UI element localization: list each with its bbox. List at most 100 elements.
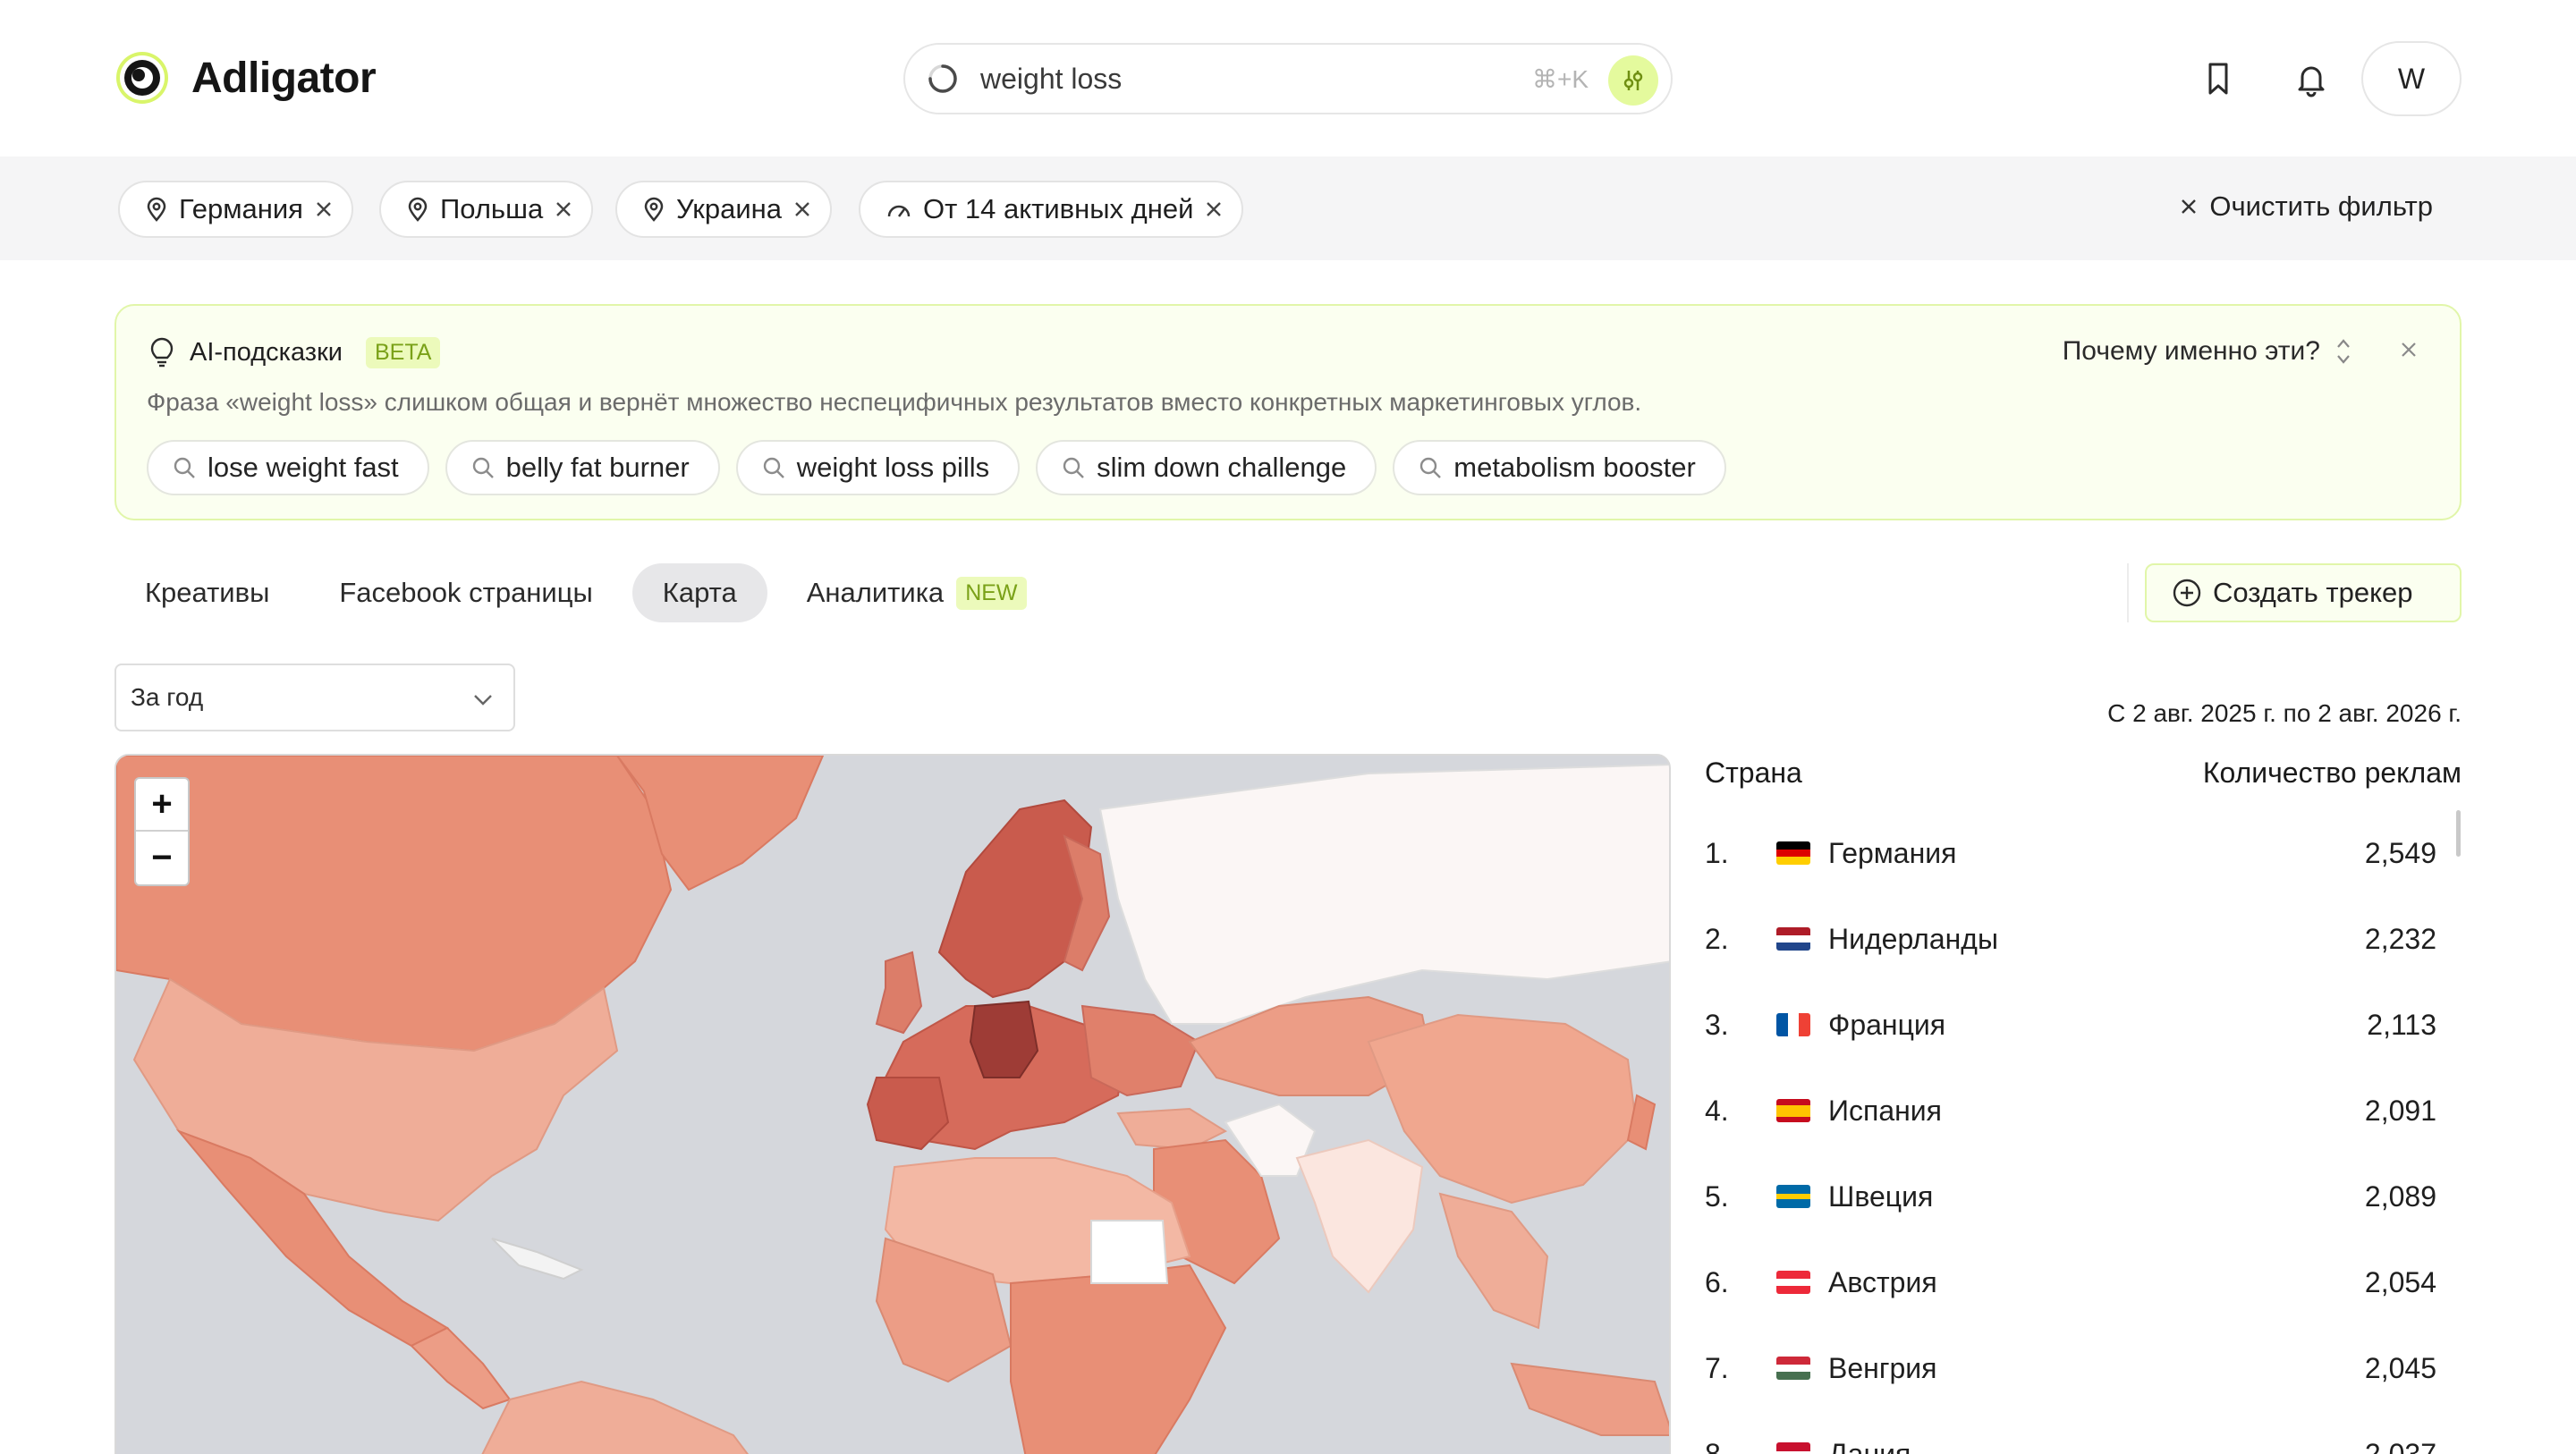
- search-input[interactable]: weight loss: [980, 63, 1122, 96]
- suggestion-chip[interactable]: lose weight fast: [147, 440, 429, 495]
- table-row[interactable]: 8. Дания 2,037: [1705, 1411, 2436, 1454]
- map-region-india: [1295, 1138, 1424, 1294]
- divider: [2127, 563, 2129, 622]
- pin-icon: [644, 197, 664, 222]
- ad-count: 2,549: [2364, 836, 2436, 869]
- map-region-indonesia: [1510, 1362, 1669, 1436]
- suggestion-chip[interactable]: metabolism booster: [1393, 440, 1726, 495]
- map-canvas: [116, 756, 1669, 1454]
- tab-map[interactable]: Карта: [631, 563, 767, 622]
- tab-creatives[interactable]: Креативы: [114, 563, 300, 622]
- table-header: Страна Количество реклам: [1705, 757, 2462, 790]
- ad-count: 2,232: [2364, 922, 2436, 955]
- tab-analytics[interactable]: Аналитика NEW: [776, 563, 1057, 622]
- table-scrollbar[interactable]: [2456, 810, 2461, 857]
- why-these-toggle[interactable]: Почему именно эти?: [2063, 336, 2352, 367]
- filter-chip-germany[interactable]: Германия: [118, 181, 353, 238]
- notifications-button[interactable]: [2283, 50, 2340, 107]
- close-icon[interactable]: [314, 199, 334, 219]
- create-tracker-label: Создать трекер: [2213, 577, 2413, 608]
- pin-icon: [408, 197, 428, 222]
- period-select[interactable]: За год: [114, 664, 515, 731]
- close-icon[interactable]: [792, 199, 812, 219]
- table-row[interactable]: 5. Швеция 2,089: [1705, 1154, 2436, 1239]
- flag-netherlands-icon: [1776, 927, 1810, 951]
- suggestion-label: metabolism booster: [1453, 452, 1696, 483]
- close-icon[interactable]: [554, 199, 573, 219]
- suggestion-chip[interactable]: belly fat burner: [445, 440, 720, 495]
- close-icon[interactable]: [2397, 338, 2420, 361]
- zoom-out-button[interactable]: −: [136, 832, 188, 884]
- map-region-russia: [1098, 764, 1669, 1025]
- filter-chip-active-days[interactable]: От 14 активных дней: [859, 181, 1244, 238]
- filter-chip-poland[interactable]: Польша: [379, 181, 594, 238]
- table-row[interactable]: 1. Германия 2,549: [1705, 810, 2436, 896]
- country-name: Франция: [1828, 1008, 1946, 1041]
- search-icon: [472, 457, 494, 478]
- rank: 4.: [1705, 1094, 1729, 1127]
- close-icon: [2182, 199, 2197, 214]
- map-region-caribbean: [491, 1238, 584, 1281]
- suggestion-label: weight loss pills: [796, 452, 990, 483]
- flag-hungary-icon: [1776, 1357, 1810, 1380]
- table-row[interactable]: 6. Австрия 2,054: [1705, 1239, 2436, 1325]
- table-row[interactable]: 2. Нидерланды 2,232: [1705, 896, 2436, 982]
- period-selected-value: За год: [131, 683, 204, 711]
- suggestion-chip[interactable]: weight loss pills: [735, 440, 1021, 495]
- logo-icon: [116, 52, 168, 104]
- search-icon: [763, 457, 784, 478]
- ad-count: 2,089: [2364, 1179, 2436, 1213]
- country-table: 1. Германия 2,549 2. Нидерланды 2,232 3.…: [1705, 810, 2436, 1454]
- rank: 8.: [1705, 1437, 1729, 1454]
- why-these-label: Почему именно эти?: [2062, 336, 2320, 366]
- date-range: С 2 авг. 2025 г. по 2 авг. 2026 г.: [2107, 699, 2462, 727]
- create-tracker-button[interactable]: Создать трекер: [2145, 563, 2462, 622]
- flag-france-icon: [1776, 1013, 1810, 1036]
- flag-denmark-icon: [1776, 1442, 1810, 1454]
- ai-hints-header: AI-подсказки BETA: [148, 336, 441, 368]
- table-row[interactable]: 4. Испания 2,091: [1705, 1068, 2436, 1154]
- flag-germany-icon: [1776, 841, 1810, 865]
- chip-label: От 14 активных дней: [923, 193, 1194, 224]
- world-map[interactable]: + −: [114, 754, 1671, 1454]
- ad-count: 2,091: [2364, 1094, 2436, 1127]
- table-row[interactable]: 3. Франция 2,113: [1705, 982, 2436, 1068]
- country-name: Венгрия: [1828, 1351, 1937, 1384]
- zoom-in-button[interactable]: +: [136, 779, 188, 832]
- table-row[interactable]: 7. Венгрия 2,045: [1705, 1325, 2436, 1411]
- avatar[interactable]: W: [2361, 41, 2462, 116]
- clear-filter-button[interactable]: Очистить фильтр: [2179, 190, 2433, 223]
- tab-label: Карта: [662, 577, 737, 608]
- filter-bar: Германия Польша Украина От 14 активных д…: [0, 156, 2576, 260]
- view-tabs: Креативы Facebook страницы Карта Аналити…: [114, 563, 1057, 622]
- filter-chip-ukraine[interactable]: Украина: [615, 181, 833, 238]
- search-bar[interactable]: weight loss ⌘+K: [903, 43, 1673, 114]
- search-shortcut-hint: ⌘+K: [1531, 65, 1589, 93]
- tab-label: Аналитика: [806, 577, 945, 608]
- suggestion-chip[interactable]: slim down challenge: [1036, 440, 1377, 495]
- rank: 6.: [1705, 1265, 1729, 1298]
- pin-icon: [147, 197, 166, 222]
- chevron-down-icon: [474, 695, 492, 706]
- map-region-southeast-asia: [1438, 1192, 1549, 1330]
- suggestion-label: slim down challenge: [1097, 452, 1347, 483]
- bookmark-icon: [2208, 63, 2228, 95]
- search-settings-button[interactable]: [1608, 55, 1658, 106]
- beta-badge: BETA: [365, 336, 441, 368]
- rank: 3.: [1705, 1008, 1729, 1041]
- map-region-scandinavia: [937, 799, 1093, 999]
- map-region-south-america: [481, 1380, 749, 1454]
- bookmark-button[interactable]: [2190, 50, 2247, 107]
- sliders-icon: [1623, 71, 1643, 90]
- logo[interactable]: Adligator: [113, 48, 377, 107]
- top-bar: Adligator weight loss ⌘+K W: [0, 0, 2576, 156]
- tab-facebook-pages[interactable]: Facebook страницы: [309, 563, 623, 622]
- suggestion-label: belly fat burner: [505, 452, 690, 483]
- country-name: Германия: [1828, 836, 1957, 869]
- clear-filter-label: Очистить фильтр: [2209, 190, 2433, 222]
- ad-count: 2,054: [2364, 1265, 2436, 1298]
- close-icon[interactable]: [1204, 199, 1224, 219]
- plus-circle-icon: [2173, 579, 2201, 607]
- flag-spain-icon: [1776, 1099, 1810, 1122]
- map-region-central-africa: [1010, 1264, 1227, 1454]
